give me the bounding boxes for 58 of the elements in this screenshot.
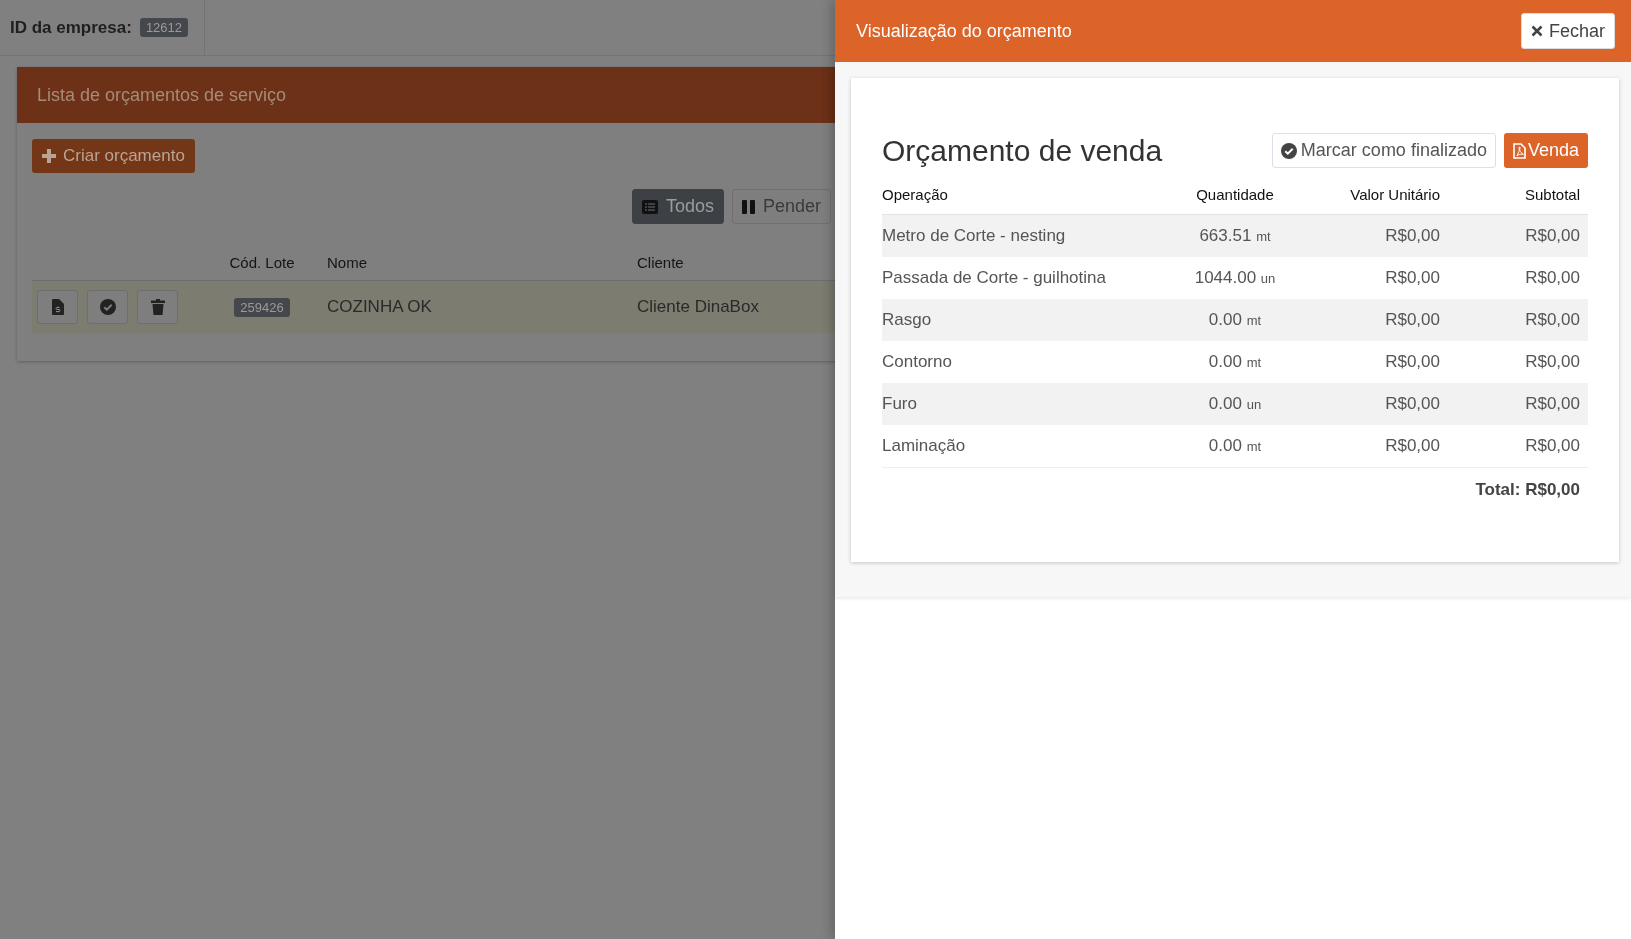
table-cell-text: R$0,00	[1384, 310, 1440, 330]
check-circle-icon	[1280, 142, 1297, 159]
column-header: Valor Unitário	[1349, 185, 1440, 203]
table-cell-text: R$0,00	[1524, 268, 1581, 288]
table-cell-text: Metro de Corte - nesting	[882, 226, 1067, 246]
table-cell-text: R$0,00	[1524, 310, 1581, 330]
company-id-label: ID da empresa:	[10, 17, 132, 38]
table-cell-text: 663.51 mt	[1198, 226, 1272, 246]
finalize-button[interactable]	[87, 290, 128, 324]
mark-finalized-button[interactable]: Marcar como finalizado	[1271, 133, 1496, 168]
table-cell-text: R$0,00	[1384, 226, 1440, 246]
create-quote-button[interactable]: Criar orçamento	[32, 139, 195, 173]
table-cell-text: Contorno	[882, 352, 953, 372]
pause-icon	[741, 199, 755, 214]
total-text: Total: R$0,00	[1475, 480, 1580, 499]
table-cell-text: R$0,00	[1524, 394, 1581, 414]
trash-icon	[150, 299, 165, 315]
table-cell-text: R$0,00	[1384, 394, 1440, 414]
close-icon	[1530, 25, 1543, 37]
table-cell-text: 0.00 mt	[1207, 310, 1263, 330]
table-cell-text: Cliente DinaBox	[637, 297, 760, 317]
table-cell-text: R$0,00	[1384, 436, 1440, 456]
list-icon	[641, 199, 658, 214]
column-header: Subtotal	[1523, 185, 1581, 203]
table-cell-text: 0.00 un	[1207, 394, 1263, 414]
table-cell-text: R$0,00	[1384, 268, 1440, 288]
table-cell-text: Passada de Corte - guilhotina	[882, 268, 1107, 288]
company-id-badge: 12612	[139, 18, 189, 37]
filter-button[interactable]: Todos	[631, 189, 724, 224]
table-cell-text: Furo	[882, 394, 918, 414]
column-header: Operação	[882, 185, 949, 203]
table-cell-text: 1044.00 un	[1193, 268, 1277, 288]
lot-badge: 259426	[234, 298, 290, 317]
table-cell-text: R$0,00	[1524, 226, 1581, 246]
quote-heading: Orçamento de venda	[882, 133, 1163, 168]
column-header: Nome	[327, 253, 368, 271]
column-header: Cliente	[637, 253, 685, 271]
table-cell-text: COZINHA OK	[327, 297, 433, 317]
table-cell-text: Rasgo	[882, 310, 933, 330]
panel-title: Lista de orçamentos de serviço	[17, 67, 835, 123]
file-dollar-icon	[51, 299, 64, 315]
sale-pdf-button[interactable]: Venda	[1503, 133, 1588, 168]
table-cell-text: R$0,00	[1384, 352, 1440, 372]
close-button[interactable]: Fechar	[1520, 13, 1615, 49]
drawer-title: Visualização do orçamento	[856, 20, 1072, 42]
table-cell-text: Laminação	[882, 436, 967, 456]
column-header: Cód. Lote	[228, 253, 296, 271]
table-cell-text: 0.00 mt	[1207, 436, 1263, 456]
check-circle-icon	[99, 299, 116, 315]
plus-icon	[42, 149, 56, 163]
delete-button[interactable]	[137, 290, 178, 324]
table-cell-text: R$0,00	[1524, 436, 1581, 456]
filter-button[interactable]: Pender	[731, 189, 831, 224]
table-cell-text: R$0,00	[1524, 352, 1581, 372]
pdf-file-icon	[1512, 142, 1526, 159]
column-header: Quantidade	[1195, 185, 1275, 203]
table-cell-text: 0.00 mt	[1207, 352, 1263, 372]
quote-button[interactable]	[37, 290, 78, 324]
